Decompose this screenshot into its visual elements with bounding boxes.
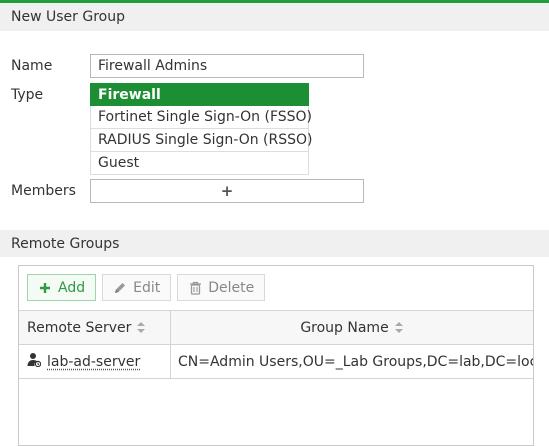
remote-groups-panel: Add Edit Delete Remote Server Group Name…	[18, 265, 534, 446]
name-label: Name	[11, 58, 53, 74]
delete-button-label: Delete	[208, 279, 255, 296]
page-title-text: New User Group	[11, 9, 125, 25]
plus-icon	[38, 281, 52, 295]
remote-server-name[interactable]: lab-ad-server	[47, 354, 140, 370]
user-server-icon	[27, 352, 42, 371]
sort-icon[interactable]	[394, 321, 404, 334]
type-option-guest[interactable]: Guest	[90, 152, 309, 175]
column-remote-server-label: Remote Server	[27, 319, 132, 336]
table-header: Remote Server Group Name	[19, 311, 533, 345]
members-plus-icon: +	[220, 182, 234, 200]
pencil-icon	[113, 281, 127, 295]
type-option-rsso[interactable]: RADIUS Single Sign-On (RSSO)	[90, 129, 312, 152]
page-title: New User Group	[0, 3, 549, 31]
remote-groups-table: Remote Server Group Name lab-ad-server C…	[19, 310, 533, 379]
type-label: Type	[11, 87, 44, 103]
remote-groups-title: Remote Groups	[11, 235, 120, 252]
column-group-name-label: Group Name	[300, 319, 389, 336]
remote-server-cell: lab-ad-server	[19, 345, 171, 378]
delete-button[interactable]: Delete	[177, 274, 266, 301]
type-options-list: Firewall Fortinet Single Sign-On (FSSO) …	[90, 83, 312, 175]
type-option-firewall[interactable]: Firewall	[90, 83, 309, 106]
members-label: Members	[11, 183, 76, 199]
add-button-label: Add	[58, 279, 86, 296]
column-remote-server[interactable]: Remote Server	[19, 311, 171, 344]
add-button[interactable]: Add	[27, 274, 97, 301]
members-add-field[interactable]: +	[90, 179, 364, 203]
group-name-cell: CN=Admin Users,OU=_Lab Groups,DC=lab,DC=…	[178, 353, 533, 370]
table-row[interactable]: lab-ad-server CN=Admin Users,OU=_Lab Gro…	[19, 345, 533, 379]
remote-groups-header: Remote Groups	[0, 230, 549, 257]
trash-icon	[188, 281, 202, 295]
column-group-name[interactable]: Group Name	[171, 311, 533, 344]
edit-button[interactable]: Edit	[102, 274, 172, 301]
name-input[interactable]	[90, 54, 364, 78]
edit-button-label: Edit	[133, 279, 161, 296]
sort-icon[interactable]	[136, 321, 146, 334]
type-option-fsso[interactable]: Fortinet Single Sign-On (FSSO)	[90, 106, 312, 129]
remote-groups-toolbar: Add Edit Delete	[27, 274, 266, 301]
